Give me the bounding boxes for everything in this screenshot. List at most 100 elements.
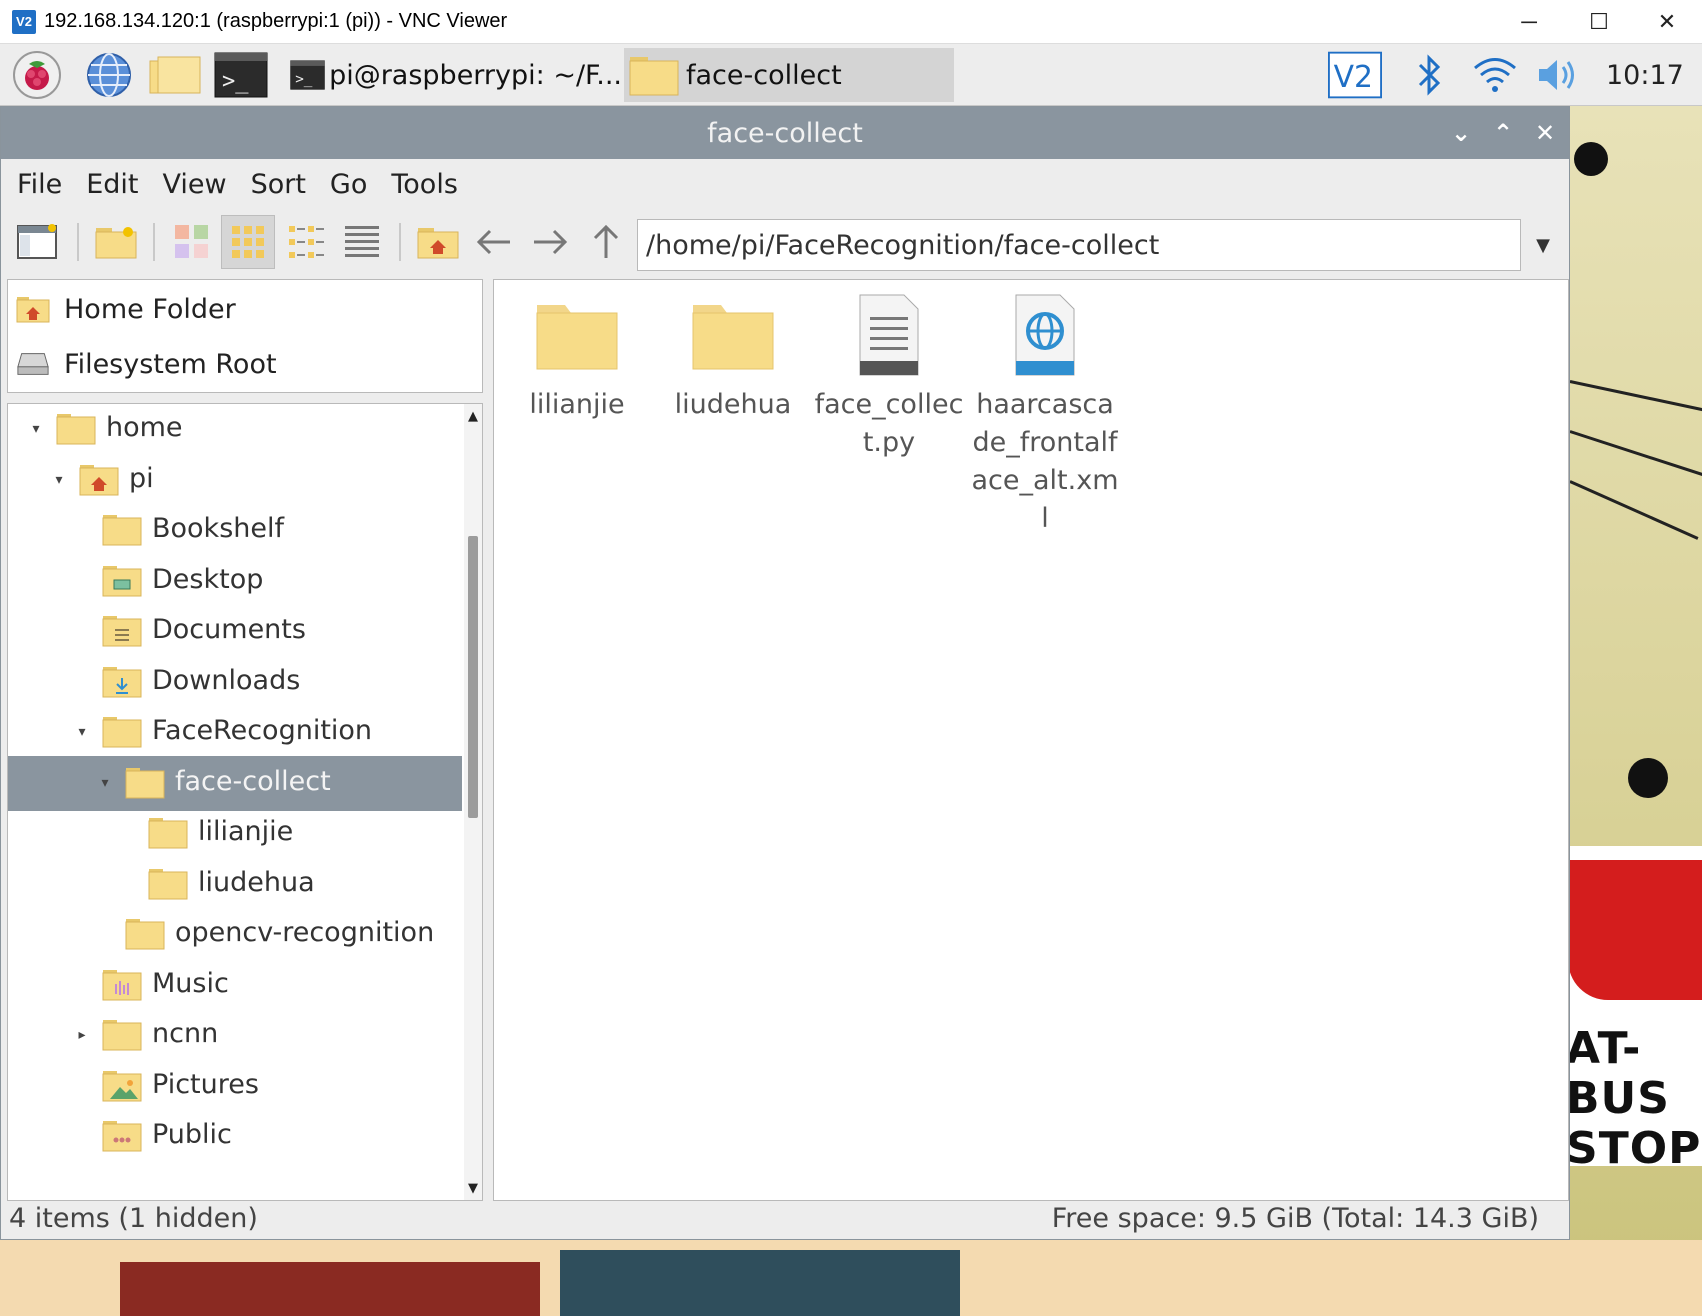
- tree-item-opencv-recognition[interactable]: opencv-recognition: [8, 907, 462, 962]
- expander-expanded-icon[interactable]: ▾: [49, 470, 69, 490]
- window-maximize-button[interactable]: ⌃: [1483, 107, 1523, 159]
- menu-view[interactable]: View: [162, 169, 226, 200]
- wifi-icon[interactable]: [1468, 50, 1522, 100]
- place-home-folder[interactable]: Home Folder: [8, 282, 482, 336]
- vnc-maximize-button[interactable]: ☐: [1564, 0, 1634, 44]
- tree-item-label: Music: [152, 967, 229, 999]
- compact-view-button[interactable]: [279, 215, 333, 269]
- window-title-bar[interactable]: face-collect ⌄ ⌃ ✕: [1, 107, 1569, 159]
- tree-item-label: Desktop: [152, 563, 264, 595]
- expander-expanded-icon[interactable]: ▾: [95, 773, 115, 793]
- list-view-icon: [345, 226, 379, 257]
- folder-icon: [148, 867, 188, 908]
- music-folder-icon: [102, 968, 142, 1009]
- vnc-close-button[interactable]: ✕: [1632, 0, 1702, 44]
- tree-item-liudehua[interactable]: liudehua: [8, 857, 462, 912]
- vnc-tray-label: V2: [1334, 60, 1373, 95]
- bus-stop-sign-text: AT-BUS STOP: [1566, 1024, 1702, 1174]
- taskbar-terminal-task[interactable]: >_ pi@raspberrypi: ~/F...: [290, 48, 622, 102]
- menu-tools[interactable]: Tools: [391, 169, 458, 200]
- raspberry-menu-icon[interactable]: [10, 50, 64, 100]
- bluetooth-icon[interactable]: [1402, 50, 1456, 100]
- expander-expanded-icon[interactable]: ▾: [26, 419, 46, 439]
- window-close-button[interactable]: ✕: [1525, 107, 1565, 159]
- list-view-button[interactable]: [335, 215, 389, 269]
- path-dropdown-button[interactable]: ▼: [1523, 219, 1563, 271]
- tree-item-label: ncnn: [152, 1018, 219, 1049]
- window-minimize-button[interactable]: ⌄: [1441, 107, 1481, 159]
- volume-icon[interactable]: [1532, 50, 1586, 100]
- bus-stop-sign-graphic: [1568, 860, 1702, 1000]
- home-folder-icon: [79, 463, 119, 504]
- file-item-python-file[interactable]: face_collect.py: [814, 290, 964, 462]
- file-manager-window: face-collect ⌄ ⌃ ✕ File Edit View Sort G…: [0, 106, 1570, 1240]
- expander-collapsed-icon[interactable]: ▸: [72, 1025, 92, 1045]
- tree-item-label: Bookshelf: [152, 513, 284, 544]
- expander-expanded-icon[interactable]: ▾: [72, 722, 92, 742]
- tree-item-label: liudehua: [198, 866, 315, 898]
- place-label: Home Folder: [64, 293, 236, 325]
- tree-item-pictures[interactable]: Pictures: [8, 1059, 462, 1114]
- file-item-folder[interactable]: lilianjie: [502, 290, 652, 424]
- file-icon-view: lilianjie liudehua face_collect.py haarc…: [493, 279, 1569, 1201]
- tree-item-face-collect[interactable]: ▾ face-collect: [8, 755, 462, 811]
- tree-scrollbar-thumb[interactable]: [468, 536, 478, 818]
- home-folder-icon: [417, 228, 459, 259]
- file-item-xml-file[interactable]: haarcascade_frontalface_alt.xml: [970, 290, 1120, 538]
- menu-sort[interactable]: Sort: [251, 169, 306, 200]
- expander-expanded-icon: [72, 571, 92, 591]
- soot-sprite-decoration: [1574, 142, 1608, 176]
- place-filesystem-root[interactable]: Filesystem Root: [8, 337, 482, 391]
- tree-item-pi[interactable]: ▾ pi: [8, 453, 462, 508]
- up-button[interactable]: [579, 215, 633, 269]
- tree-item-desktop[interactable]: Desktop: [8, 554, 462, 609]
- window-title: face-collect: [707, 117, 863, 149]
- tree-item-facerecognition[interactable]: ▾ FaceRecognition: [8, 705, 462, 760]
- vnc-minimize-button[interactable]: ─: [1494, 0, 1564, 44]
- svg-text:>_: >_: [295, 71, 313, 87]
- vnc-tray-icon[interactable]: V2: [1328, 50, 1382, 100]
- file-item-folder[interactable]: liudehua: [658, 290, 808, 424]
- scroll-up-arrow-icon[interactable]: ▲: [464, 406, 482, 426]
- thumbnail-view-button[interactable]: [165, 215, 219, 269]
- tree-item-public[interactable]: Public: [8, 1109, 462, 1164]
- tree-item-home[interactable]: ▾ home: [8, 404, 462, 457]
- go-home-button[interactable]: [411, 215, 465, 269]
- expander-expanded-icon: [118, 823, 138, 843]
- toolbar-separator: [153, 223, 155, 261]
- tree-item-music[interactable]: Music: [8, 958, 462, 1013]
- taskbar-task-label: pi@raspberrypi: ~/F...: [329, 59, 622, 91]
- menu-go[interactable]: Go: [330, 169, 367, 200]
- tree-item-lilianjie[interactable]: lilianjie: [8, 806, 462, 861]
- svg-text:>_: >_: [222, 69, 249, 94]
- taskbar-clock[interactable]: 10:17: [1606, 44, 1684, 106]
- expander-expanded-icon: [118, 874, 138, 894]
- tree-item-ncnn[interactable]: ▸ ncnn: [8, 1008, 462, 1063]
- path-input[interactable]: /home/pi/FaceRecognition/face-collect: [637, 219, 1521, 271]
- icon-view-button[interactable]: [221, 215, 275, 269]
- new-window-button[interactable]: [11, 215, 65, 269]
- menu-file[interactable]: File: [17, 169, 62, 200]
- tree-item-documents[interactable]: Documents: [8, 604, 462, 659]
- scroll-down-arrow-icon[interactable]: ▼: [464, 1178, 482, 1198]
- directory-tree: ▾ home ▾ pi Bookshelf Desktop Documents Downloa…: [7, 403, 483, 1201]
- tree-item-downloads[interactable]: Downloads: [8, 655, 462, 710]
- thumbnail-view-icon: [175, 225, 208, 258]
- tree-item-bookshelf[interactable]: Bookshelf: [8, 503, 462, 558]
- expander-expanded-icon: [95, 924, 115, 944]
- new-folder-button[interactable]: [89, 215, 143, 269]
- folder-icon: [125, 917, 165, 958]
- menu-edit[interactable]: Edit: [86, 169, 138, 200]
- file-manager-launcher-icon[interactable]: [148, 50, 202, 100]
- menu-bar: File Edit View Sort Go Tools: [1, 159, 1569, 209]
- tree-item-label: Documents: [152, 614, 306, 645]
- back-button[interactable]: [467, 215, 521, 269]
- tree-scrollbar[interactable]: ▲ ▼: [464, 404, 482, 1200]
- terminal-launcher-icon[interactable]: >_: [214, 50, 268, 100]
- taskbar-folder-task[interactable]: face-collect: [624, 48, 954, 102]
- web-browser-icon[interactable]: [82, 50, 136, 100]
- forward-button[interactable]: [523, 215, 577, 269]
- vnc-viewer-screen: AT-BUS STOP V2 192.168.134.120:1 (raspbe…: [0, 0, 1702, 1316]
- xml-file-icon: [1000, 290, 1090, 380]
- soot-sprite-decoration: [1628, 758, 1668, 798]
